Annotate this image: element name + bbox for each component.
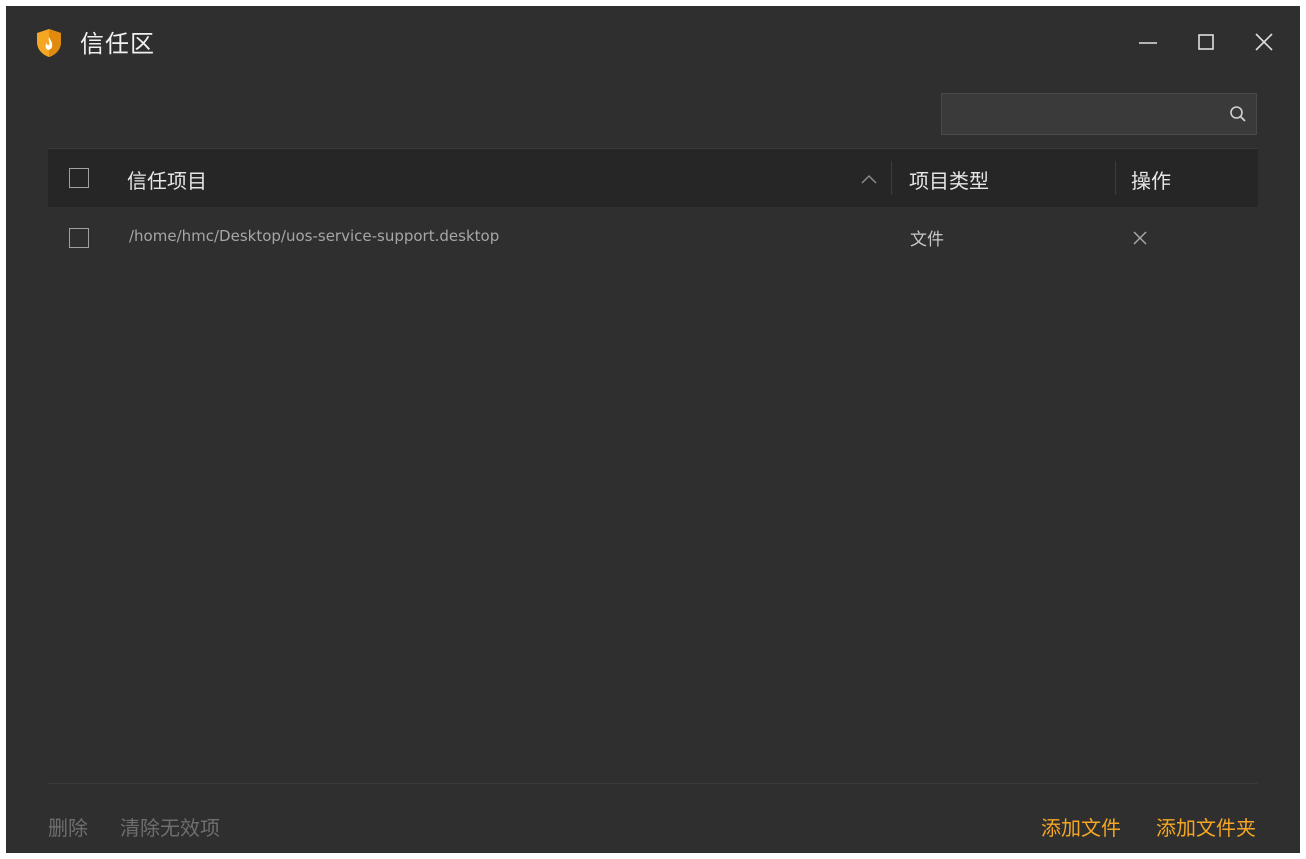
clear-invalid-button[interactable]: 清除无效项 [120,812,220,841]
maximize-button[interactable] [1186,24,1226,60]
maximize-icon [1198,34,1214,50]
column-header-item-type[interactable]: 项目类型 [909,165,989,194]
minimize-icon [1139,42,1157,44]
search-box [941,93,1257,136]
shield-flame-icon [36,28,62,58]
close-icon [1255,33,1273,51]
add-folder-button[interactable]: 添加文件夹 [1156,812,1256,841]
search-input[interactable] [950,94,1224,136]
table-row[interactable]: /home/hmc/Desktop/uos-service-support.de… [48,207,1258,267]
column-header-actions: 操作 [1131,169,1171,193]
search-button[interactable] [1228,104,1248,124]
select-all-checkbox[interactable] [69,168,89,188]
title-bar: 信任区 [6,6,1300,78]
trust-item-type: 文件 [910,230,944,250]
table-header: 信任项目 项目类型 操作 [48,148,1258,207]
close-button[interactable] [1244,24,1284,60]
footer-divider [48,783,1258,784]
remove-item-button[interactable] [1131,229,1149,247]
column-header-trust-item[interactable]: 信任项目 [127,165,207,194]
minimize-button[interactable] [1128,24,1168,60]
delete-button[interactable]: 删除 [48,812,88,841]
window-title: 信任区 [80,30,155,58]
trust-item-path: /home/hmc/Desktop/uos-service-support.de… [129,227,500,245]
add-file-button[interactable]: 添加文件 [1041,812,1121,841]
column-divider [891,161,892,195]
trust-zone-window: 信任区 信任项目 项目类型 操作 /home/hmc/Desktop/uos-s… [6,6,1300,853]
sort-ascending-icon[interactable] [860,171,878,185]
column-divider [1115,161,1116,195]
row-checkbox[interactable] [69,228,89,248]
remove-x-icon [1133,231,1147,245]
search-icon [1230,106,1246,122]
